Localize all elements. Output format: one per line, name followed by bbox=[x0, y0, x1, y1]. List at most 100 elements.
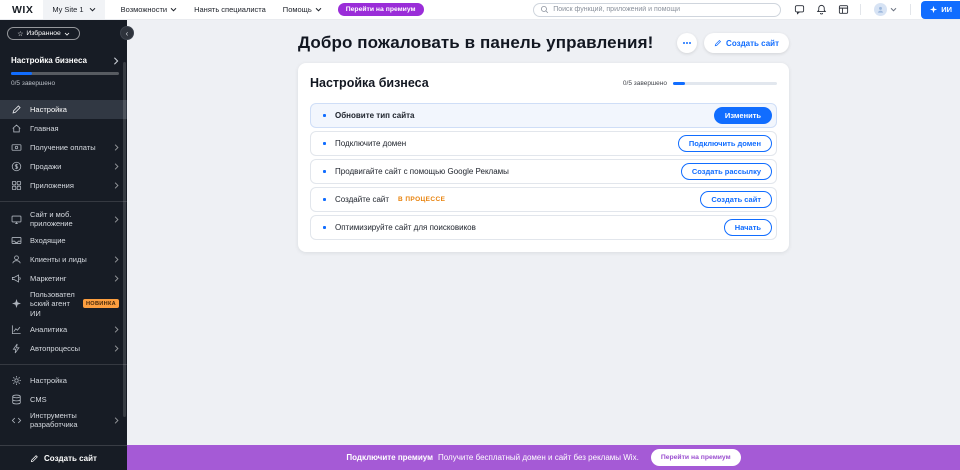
task-label: Продвигайте сайт с помощью Google Реклам… bbox=[335, 167, 509, 176]
sidebar-item-settings[interactable]: Настройка bbox=[0, 371, 127, 390]
sidebar-nav: Настройка Главная Получение оплаты Прода… bbox=[0, 100, 127, 432]
upgrade-premium-button[interactable]: Перейти на премиум bbox=[338, 3, 424, 16]
search-input[interactable] bbox=[553, 6, 774, 13]
create-site-button-label: Создать сайт bbox=[726, 39, 779, 48]
sidebar-item-payments[interactable]: Получение оплаты bbox=[0, 138, 127, 157]
favorites-dropdown[interactable]: ☆ Избранное bbox=[7, 27, 80, 40]
sparkle-icon bbox=[929, 5, 938, 14]
sidebar-item-label: Настройка bbox=[30, 376, 119, 385]
sidebar-item-home[interactable]: Главная bbox=[0, 119, 127, 138]
account-menu[interactable] bbox=[874, 3, 897, 16]
top-nav-item-0[interactable]: Возможности bbox=[121, 5, 177, 14]
apps-panel-icon[interactable] bbox=[838, 4, 849, 15]
sidebar-scrollbar[interactable] bbox=[123, 62, 126, 417]
task-action-button[interactable]: Создать сайт bbox=[700, 191, 772, 208]
chevron-down-icon bbox=[890, 7, 897, 12]
sidebar-item-sales[interactable]: Продажи bbox=[0, 157, 127, 176]
task-bullet-icon bbox=[323, 170, 326, 173]
chevron-down-icon bbox=[64, 32, 70, 36]
top-bar: WIX My Site 1 Возможности Нанять специал… bbox=[0, 0, 960, 20]
search-bar[interactable] bbox=[533, 3, 781, 17]
banknote-icon bbox=[10, 142, 22, 153]
notifications-bell-icon[interactable] bbox=[816, 4, 827, 15]
card-title: Настройка бизнеса bbox=[310, 76, 429, 90]
chevron-right-icon bbox=[114, 163, 119, 170]
chevron-right-icon bbox=[114, 326, 119, 333]
gear-icon bbox=[10, 375, 22, 386]
more-actions-button[interactable] bbox=[677, 33, 697, 53]
sidebar: ☆ Избранное ‹ Настройка бизнеса 0/5 заве… bbox=[0, 20, 127, 470]
database-icon bbox=[10, 394, 22, 405]
pencil-icon bbox=[30, 454, 39, 463]
sidebar-item-analytics[interactable]: Аналитика bbox=[0, 320, 127, 339]
edit-icon bbox=[10, 104, 22, 115]
top-nav-label: Нанять специалиста bbox=[194, 5, 266, 14]
card-progress-label: 0/5 завершено bbox=[623, 80, 667, 87]
task-bullet-icon bbox=[323, 114, 326, 117]
wix-logo: WIX bbox=[12, 4, 33, 16]
create-site-label: Создать сайт bbox=[44, 454, 97, 463]
page-title: Добро пожаловать в панель управления! bbox=[298, 33, 653, 53]
site-selector[interactable]: My Site 1 bbox=[43, 0, 104, 19]
sidebar-item-inbox[interactable]: Входящие bbox=[0, 231, 127, 250]
sidebar-item-label: Главная bbox=[30, 124, 119, 133]
chart-icon bbox=[10, 324, 22, 335]
task-action-button[interactable]: Начать bbox=[724, 219, 772, 236]
chevron-right-icon bbox=[114, 182, 119, 189]
search-icon bbox=[540, 5, 549, 14]
task-action-button[interactable]: Создать рассылку bbox=[681, 163, 772, 180]
avatar bbox=[874, 3, 887, 16]
sidebar-item-label: Приложения bbox=[30, 181, 106, 190]
task-action-button[interactable]: Подключить домен bbox=[678, 135, 772, 152]
sidebar-item-setup[interactable]: Настройка bbox=[0, 100, 127, 119]
top-nav: Возможности Нанять специалиста Помощь bbox=[121, 5, 322, 14]
top-nav-item-2[interactable]: Помощь bbox=[283, 5, 322, 14]
task-bullet-icon bbox=[323, 226, 326, 229]
site-selector-label: My Site 1 bbox=[52, 5, 83, 14]
task-row[interactable]: Продвигайте сайт с помощью Google Реклам… bbox=[310, 159, 777, 184]
banner-premium-button[interactable]: Перейти на премиум bbox=[651, 449, 741, 466]
create-site-button[interactable]: Создать сайт bbox=[704, 33, 789, 53]
sidebar-item-ai-agent[interactable]: Пользовательский агент ИИ НОВИНКА bbox=[0, 288, 127, 320]
favorites-label: Избранное bbox=[26, 30, 60, 37]
top-nav-item-1[interactable]: Нанять специалиста bbox=[194, 5, 266, 14]
sidebar-collapse-button[interactable]: ‹ bbox=[120, 26, 134, 40]
sidebar-item-label: CMS bbox=[30, 395, 119, 404]
ai-button-label: ИИ bbox=[941, 5, 952, 14]
ai-assistant-button[interactable]: ИИ bbox=[921, 1, 960, 19]
inbox-icon bbox=[10, 235, 22, 246]
sidebar-item-cms[interactable]: CMS bbox=[0, 390, 127, 409]
chevron-right-icon bbox=[114, 216, 119, 223]
chevron-down-icon bbox=[315, 7, 322, 12]
task-row[interactable]: Обновите тип сайта Изменить bbox=[310, 103, 777, 128]
code-icon bbox=[10, 415, 22, 426]
sidebar-item-apps[interactable]: Приложения bbox=[0, 176, 127, 195]
sidebar-item-automations[interactable]: Автопроцессы bbox=[0, 339, 127, 358]
sidebar-item-label: Пользовательский агент ИИ bbox=[30, 290, 75, 318]
task-status-badge: В ПРОЦЕССЕ bbox=[398, 196, 445, 203]
setup-progress-label: 0/5 завершено bbox=[11, 80, 119, 87]
business-setup-summary[interactable]: Настройка бизнеса 0/5 завершено bbox=[0, 40, 127, 87]
task-row[interactable]: Подключите домен Подключить домен bbox=[310, 131, 777, 156]
sidebar-create-site-button[interactable]: Создать сайт bbox=[0, 445, 127, 470]
page-header: Добро пожаловать в панель управления! Со… bbox=[298, 33, 789, 53]
chat-icon[interactable] bbox=[794, 4, 805, 15]
divider bbox=[910, 4, 911, 15]
sidebar-item-marketing[interactable]: Маркетинг bbox=[0, 269, 127, 288]
sidebar-item-contacts[interactable]: Клиенты и лиды bbox=[0, 250, 127, 269]
sidebar-item-dev-tools[interactable]: Инструменты разработчика bbox=[0, 409, 127, 432]
banner-highlight: Подключите премиум bbox=[346, 453, 433, 462]
task-row[interactable]: Оптимизируйте сайт для поисковиков Начат… bbox=[310, 215, 777, 240]
task-row[interactable]: Создайте сайт В ПРОЦЕССЕ Создать сайт bbox=[310, 187, 777, 212]
sidebar-divider bbox=[0, 201, 127, 202]
sidebar-item-label: Продажи bbox=[30, 162, 106, 171]
star-icon: ☆ bbox=[17, 30, 23, 38]
pencil-icon bbox=[714, 39, 722, 47]
task-action-button[interactable]: Изменить bbox=[714, 107, 772, 124]
divider bbox=[860, 4, 861, 15]
sidebar-item-label: Аналитика bbox=[30, 325, 106, 334]
business-setup-card: Настройка бизнеса 0/5 завершено Обновите… bbox=[298, 63, 789, 252]
sidebar-item-site-mobile[interactable]: Сайт и моб. приложение bbox=[0, 208, 127, 231]
dollar-icon bbox=[10, 161, 22, 172]
new-badge: НОВИНКА bbox=[83, 299, 119, 308]
